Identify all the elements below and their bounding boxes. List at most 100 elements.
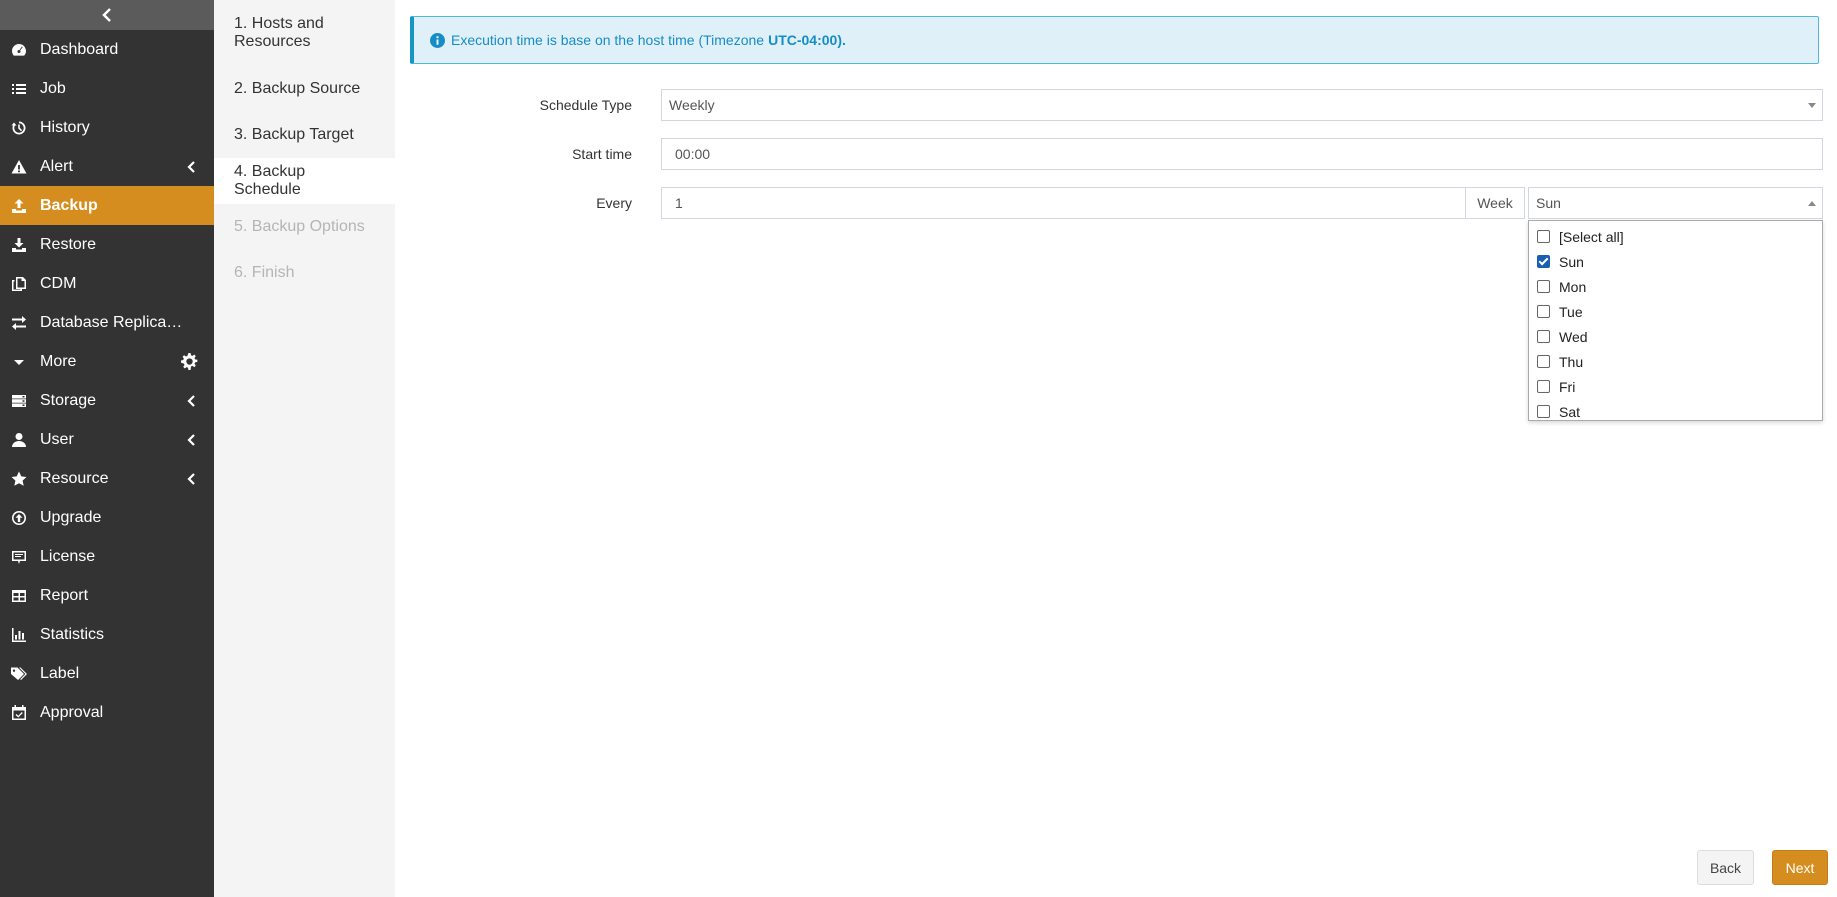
sidebar-item-statistics[interactable]: Statistics: [0, 615, 214, 654]
checkbox[interactable]: [1537, 380, 1550, 393]
schedule-type-label: Schedule Type: [539, 97, 632, 113]
sidebar-item-license[interactable]: License: [0, 537, 214, 576]
gear-icon[interactable]: [181, 342, 198, 381]
chevron-left-icon: [186, 381, 198, 420]
sidebar-item-label: License: [40, 547, 96, 565]
days-select[interactable]: Sun: [1528, 187, 1823, 219]
day-option-thu[interactable]: Thu: [1529, 349, 1822, 374]
info-icon: [430, 32, 445, 48]
day-option-fri[interactable]: Fri: [1529, 374, 1822, 399]
back-button[interactable]: Back: [1697, 850, 1754, 885]
step-backup-schedule[interactable]: 4. Backup Schedule: [214, 158, 395, 204]
schedule-type-value: Weekly: [669, 97, 715, 113]
warning-icon: [10, 158, 28, 176]
checkbox[interactable]: [1537, 305, 1550, 318]
sidebar-item-job[interactable]: Job: [0, 69, 214, 108]
tags-icon: [10, 665, 28, 683]
sidebar-item-report[interactable]: Report: [0, 576, 214, 615]
sidebar-item-resource[interactable]: Resource: [0, 459, 214, 498]
checkbox[interactable]: [1537, 230, 1550, 243]
sidebar-item-approval[interactable]: Approval: [0, 693, 214, 732]
caret-down-icon: [10, 353, 28, 371]
checkbox[interactable]: [1537, 330, 1550, 343]
sidebar-item-database-replication[interactable]: Database Replica…: [0, 303, 214, 342]
day-option-tue[interactable]: Tue: [1529, 299, 1822, 324]
step-label: 3. Backup Target: [234, 126, 354, 143]
sidebar-item-label: CDM: [40, 274, 77, 292]
main-content: Execution time is base on the host time …: [395, 0, 1837, 897]
user-icon: [10, 431, 28, 449]
checkbox[interactable]: [1537, 255, 1550, 268]
day-option-label: Tue: [1559, 303, 1583, 320]
alert-text: Execution time is base on the host time …: [451, 32, 765, 48]
sidebar-item-upgrade[interactable]: Upgrade: [0, 498, 214, 537]
sidebar-item-storage[interactable]: Storage: [0, 381, 214, 420]
calendar-check-icon: [10, 704, 28, 722]
step-label: 1. Hosts and Resources: [234, 15, 324, 50]
day-option-sat[interactable]: Sat: [1529, 399, 1822, 424]
copy-icon: [10, 275, 28, 293]
day-option-sun[interactable]: Sun: [1529, 249, 1822, 274]
sidebar-collapse-button[interactable]: [0, 0, 214, 30]
sidebar-item-label: User: [40, 430, 74, 448]
step-label: 5. Backup Options: [234, 218, 365, 235]
sidebar-item-restore[interactable]: Restore: [0, 225, 214, 264]
sidebar-item-user[interactable]: User: [0, 420, 214, 459]
chevron-left-icon: [102, 8, 111, 22]
sidebar-item-label: Statistics: [40, 625, 105, 643]
upload-icon: [10, 197, 28, 215]
sidebar-item-dashboard[interactable]: Dashboard: [0, 30, 214, 69]
checkbox[interactable]: [1537, 405, 1550, 418]
day-option-label: Thu: [1559, 353, 1584, 370]
day-option-label: Sun: [1559, 253, 1584, 270]
upgrade-icon: [10, 509, 28, 527]
days-dropdown: [Select all] Sun Mon Tue Wed Thu Fri Sat: [1528, 220, 1823, 421]
day-option-label: Wed: [1559, 328, 1588, 345]
step-hosts-and-resources[interactable]: 1. Hosts and Resources: [214, 0, 395, 66]
step-label: 6. Finish: [234, 264, 295, 281]
every-value: 1: [675, 195, 683, 211]
sidebar-item-more[interactable]: More: [0, 342, 214, 381]
list-icon: [10, 80, 28, 98]
next-button[interactable]: Next: [1772, 850, 1828, 885]
sidebar-item-backup[interactable]: Backup: [0, 186, 214, 225]
alert-timezone: UTC-04:00).: [768, 32, 846, 48]
every-input[interactable]: 1: [661, 187, 1466, 219]
sidebar-item-history[interactable]: History: [0, 108, 214, 147]
sidebar-item-label: Job: [40, 79, 66, 97]
step-label: 4. Backup Schedule: [234, 163, 306, 198]
sidebar-item-label: History: [40, 118, 90, 136]
sidebar-item-label: Approval: [40, 703, 104, 721]
day-option-mon[interactable]: Mon: [1529, 274, 1822, 299]
chevron-left-icon: [186, 420, 198, 459]
checkbox[interactable]: [1537, 280, 1550, 293]
start-time-label: Start time: [572, 146, 632, 162]
day-option-label: Fri: [1559, 378, 1576, 395]
exchange-icon: [10, 314, 28, 332]
day-option-select-all[interactable]: [Select all]: [1529, 224, 1822, 249]
storage-icon: [10, 392, 28, 410]
sidebar-item-label-nav[interactable]: Label: [0, 654, 214, 693]
sidebar-item-cdm[interactable]: CDM: [0, 264, 214, 303]
step-backup-options: 5. Backup Options: [214, 204, 395, 250]
chevron-left-icon: [186, 147, 198, 186]
sidebar-item-label: Backup: [40, 196, 98, 214]
bar-chart-icon: [10, 626, 28, 644]
sidebar-item-label: Label: [40, 664, 80, 682]
license-icon: [10, 548, 28, 566]
sidebar-item-alert[interactable]: Alert: [0, 147, 214, 186]
schedule-type-select[interactable]: Weekly: [661, 89, 1823, 121]
every-unit-addon: Week: [1465, 187, 1525, 219]
wizard-steps: 1. Hosts and Resources 2. Backup Source …: [214, 0, 395, 897]
day-option-label: [Select all]: [1559, 228, 1624, 245]
table-icon: [10, 587, 28, 605]
download-icon: [10, 236, 28, 254]
start-time-value: 00:00: [675, 146, 711, 162]
start-time-input[interactable]: 00:00: [661, 138, 1823, 170]
checkbox[interactable]: [1537, 355, 1550, 368]
day-option-wed[interactable]: Wed: [1529, 324, 1822, 349]
step-backup-target[interactable]: 3. Backup Target: [214, 112, 395, 158]
step-backup-source[interactable]: 2. Backup Source: [214, 66, 395, 112]
sidebar-item-label: Dashboard: [40, 40, 119, 58]
caret-up-icon: [1808, 201, 1816, 206]
